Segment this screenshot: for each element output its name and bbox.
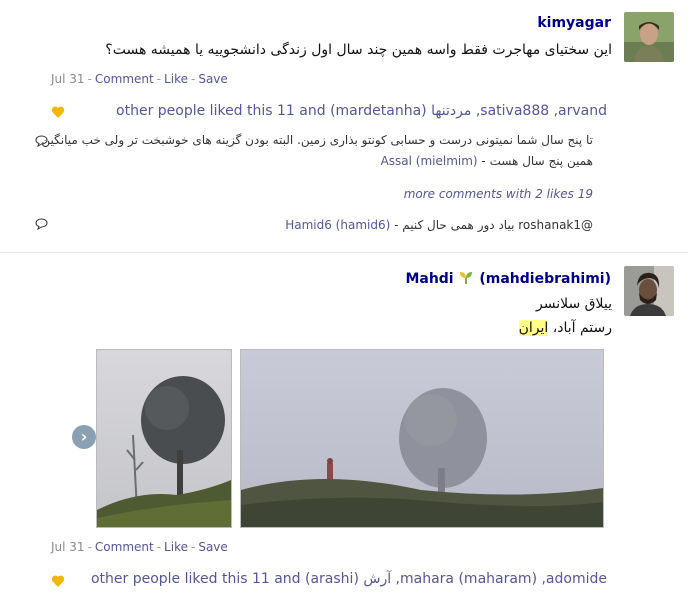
- post-meta: Jul 31- Comment - Like - Save: [51, 72, 228, 86]
- post-text-line-2: رستم آباد، ایران: [518, 320, 612, 336]
- author-handle[interactable]: (mahdiebrahimi): [479, 271, 611, 287]
- sprout-icon: [458, 269, 474, 285]
- post-text: این سختیای مهاجرت فقط واسه همین چند سال …: [105, 42, 612, 58]
- photo-thumbnail-1[interactable]: [96, 349, 232, 528]
- post-meta: Jul 31- Comment - Like - Save: [51, 540, 228, 554]
- comment-link[interactable]: Comment: [95, 540, 154, 554]
- heart-icon: [51, 573, 65, 587]
- post-text-line-1: ییلاق سلانسر: [536, 296, 612, 312]
- comment-author[interactable]: Hamid6 (hamid6): [285, 218, 390, 232]
- location-text: رستم آباد،: [548, 320, 612, 336]
- author-name[interactable]: kimyagar: [537, 15, 611, 31]
- like-link[interactable]: Like: [164, 72, 188, 86]
- comment-text: تا پنج سال شما نمیتونی درست و حسابی کونت…: [41, 133, 593, 168]
- comment-2: @roshanak1 بیاد دور همی حال کنیم - Hamid…: [33, 215, 593, 236]
- author-name[interactable]: Mahdi (mahdiebrahimi): [405, 269, 611, 287]
- author-display-name[interactable]: Mahdi: [405, 271, 453, 287]
- comment-text: @roshanak1 بیاد دور همی حال کنیم -: [390, 218, 593, 232]
- photo-thumbnail-2[interactable]: [240, 349, 604, 528]
- more-comments-link[interactable]: more comments with 2 likes 19: [404, 187, 593, 201]
- post-date[interactable]: Jul 31: [51, 72, 85, 86]
- highlighted-term: ایران: [518, 320, 549, 336]
- heart-icon: [51, 104, 65, 118]
- avatar[interactable]: [624, 12, 674, 62]
- feed-entry-2: Mahdi (mahdiebrahimi) ییلاق سلانسر رستم …: [0, 253, 688, 596]
- likes-list[interactable]: other people liked this 11 and (arashi) …: [91, 571, 607, 587]
- avatar[interactable]: [624, 266, 674, 316]
- comment-author[interactable]: Assal (mielmim): [381, 154, 478, 168]
- post-date[interactable]: Jul 31: [51, 540, 85, 554]
- comment-link[interactable]: Comment: [95, 72, 154, 86]
- feed-entry-1: kimyagar این سختیای مهاجرت فقط واسه همین…: [0, 0, 688, 252]
- chevron-right-icon[interactable]: ›: [72, 425, 96, 449]
- likes-list[interactable]: other people liked this 11 and (mardetan…: [116, 103, 607, 119]
- save-link[interactable]: Save: [198, 540, 227, 554]
- like-link[interactable]: Like: [164, 540, 188, 554]
- save-link[interactable]: Save: [198, 72, 227, 86]
- comment-1: تا پنج سال شما نمیتونی درست و حسابی کونت…: [33, 130, 593, 172]
